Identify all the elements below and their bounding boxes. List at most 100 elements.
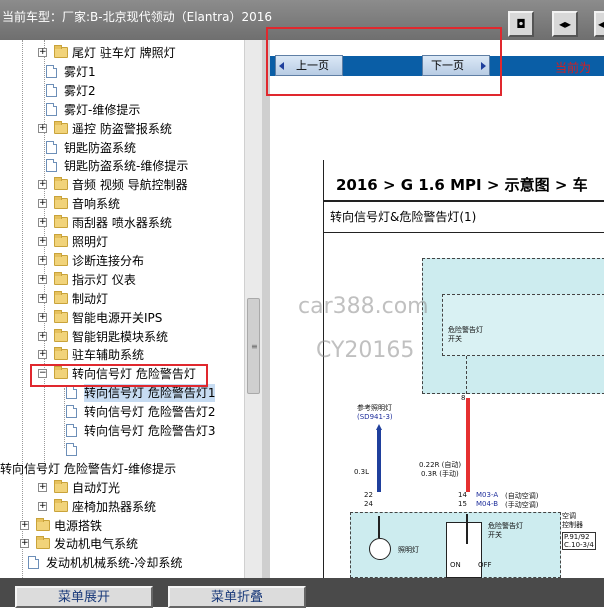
tree-scrollbar[interactable]: ≡ (244, 40, 262, 578)
tree-item-label: 制动灯 (72, 291, 109, 306)
tree-item[interactable]: + 遥控 防盗警报系统 (0, 120, 244, 138)
document-icon (46, 83, 57, 97)
tree-item-label: 遥控 防盗警报系统 (72, 121, 172, 136)
tree-item[interactable]: + 驻车辅助系统 (0, 346, 244, 364)
expand-icon[interactable]: + (38, 237, 47, 246)
pin-24-label: 24 (364, 500, 373, 508)
folder-icon (36, 536, 50, 550)
folder-icon (54, 120, 68, 134)
expand-icon[interactable]: + (38, 331, 47, 341)
tree-item[interactable]: + 尾灯 驻车灯 牌照灯 (0, 44, 244, 62)
expand-icon[interactable]: + (38, 293, 47, 303)
tree-item[interactable]: + 指示灯 仪表 (0, 271, 244, 289)
document-subtitle: 转向信号灯&危险警告灯(1) (330, 210, 477, 224)
scrollbar-thumb[interactable]: ≡ (247, 298, 260, 394)
tree-highlight-box (30, 364, 208, 387)
expand-icon[interactable]: + (38, 274, 47, 284)
hazard-switch-box (446, 522, 482, 578)
expand-icon[interactable]: + (38, 312, 47, 322)
folder-icon (54, 271, 68, 285)
subtitle-rule (324, 232, 604, 233)
pin-15-label: 15 (458, 500, 467, 508)
tree-item[interactable]: 钥匙防盗系统-维修提示 (0, 157, 244, 175)
tree-item-label: 转向信号灯 危险警告灯3 (84, 424, 216, 438)
expand-icon[interactable]: + (20, 539, 29, 549)
fit-width-icon: ◂▸ (558, 17, 572, 31)
hazard-switch-inner (442, 294, 604, 356)
expand-icon[interactable]: + (38, 199, 47, 209)
tree-item-label: 雨刮器 喷水器系统 (72, 216, 172, 231)
pin-14-label: 14 (458, 491, 467, 499)
folder-icon (54, 215, 68, 229)
tree-item[interactable]: 转向信号灯 危险警告灯-维修提示 (0, 460, 244, 478)
tree-item[interactable]: + 雨刮器 喷水器系统 (0, 214, 244, 232)
expand-icon[interactable]: + (38, 482, 47, 492)
tree-item-label: 发动机机械系统-冷却系统 (46, 556, 183, 571)
tree-item-label: 钥匙防盗系统 (64, 140, 137, 155)
folder-icon (54, 498, 68, 512)
tree-item[interactable]: + 智能钥匙模块系统 (0, 328, 244, 346)
document-icon (66, 424, 77, 437)
tree-item[interactable]: + 音频 视频 导航控制器 (0, 176, 244, 194)
toolbar-button-3[interactable]: ◂ (594, 11, 604, 37)
m03a-label: M03-A (476, 491, 499, 499)
folder-icon (54, 290, 68, 304)
tree-item-label: 雾灯2 (64, 83, 96, 98)
tree-item[interactable]: 转向信号灯 危险警告灯3 (0, 422, 244, 440)
menu-collapse-button[interactable]: 菜单折叠 (168, 586, 306, 608)
document-page: 2016 > G 1.6 MPI > 示意图 > 车 转向信号灯&危险警告灯(1… (323, 160, 604, 578)
toolbar-button-2[interactable]: ◂▸ (552, 11, 578, 37)
tree-item[interactable]: + 智能电源开关IPS (0, 309, 244, 327)
tree-item[interactable]: 转向信号灯 危险警告灯2 (0, 403, 244, 421)
lamp-wire (378, 516, 380, 538)
document-icon (66, 386, 77, 400)
tree-item[interactable]: + 座椅加热器系统 (0, 498, 244, 516)
document-icon (46, 64, 57, 78)
tree-item-label: 驻车辅助系统 (72, 348, 145, 363)
tree-item[interactable] (0, 441, 244, 459)
tree-item[interactable]: + 发动机电气系统 (0, 535, 244, 553)
hazard-switch-label: 危险警告灯 开关 (488, 522, 523, 539)
pane-divider[interactable] (262, 40, 270, 578)
tree-item[interactable]: 雾灯2 (0, 82, 244, 100)
tree-item[interactable]: 雾灯1 (0, 63, 244, 81)
lighting-lamp-icon (369, 538, 391, 560)
tree-item[interactable]: + 诊断连接分布 (0, 252, 244, 270)
tree-item-label: 诊断连接分布 (72, 253, 145, 268)
ref-light-label: 参考照明灯 (357, 404, 392, 412)
expand-icon[interactable]: + (38, 255, 47, 265)
tree-item[interactable]: + 照明灯 (0, 233, 244, 251)
tree-item-label: 音响系统 (72, 197, 121, 212)
tree-item[interactable]: 发动机机械系统-冷却系统 (0, 554, 244, 572)
wire-manual-label: 0.3R (手动) (421, 470, 459, 478)
watermark-line2: CY20165 (316, 338, 415, 363)
tree-item[interactable]: 钥匙防盗系统 (0, 139, 244, 157)
tree-item-label: 自动灯光 (72, 480, 121, 495)
tree-item-label: 照明灯 (72, 235, 109, 249)
expand-icon[interactable]: + (38, 501, 47, 511)
folder-icon (54, 479, 68, 493)
expand-icon[interactable]: + (38, 48, 47, 57)
tree-item[interactable]: 雾灯-维修提示 (0, 101, 244, 119)
expand-icon[interactable]: + (20, 520, 29, 530)
folder-icon (54, 45, 68, 58)
toolbar-button-1[interactable]: ◘ (508, 11, 534, 37)
menu-expand-button[interactable]: 菜单展开 (15, 586, 153, 608)
menu-tree: + 尾灯 驻车灯 牌照灯雾灯1 雾灯2 雾灯-维修提示 + 遥控 防盗警报系统钥匙防盗系统… (0, 40, 262, 578)
tree-item[interactable]: + 电源搭铁 (0, 517, 244, 535)
tree-item-label: 转向信号灯 危险警告灯-维修提示 (0, 461, 177, 476)
tree-item-label: 电源搭铁 (54, 518, 103, 533)
m04b-label: M04-B (476, 500, 499, 508)
expand-icon[interactable]: + (38, 180, 47, 190)
document-icon (66, 442, 77, 456)
tree-item-label: 雾灯1 (64, 64, 96, 79)
expand-icon[interactable]: + (38, 218, 47, 228)
folder-icon (36, 517, 50, 531)
tree-item[interactable]: + 制动灯 (0, 290, 244, 308)
expand-icon[interactable]: + (38, 350, 47, 360)
expand-icon[interactable]: + (38, 123, 47, 133)
tree-item[interactable]: + 音响系统 (0, 195, 244, 213)
folder-icon (54, 347, 68, 361)
tree-item[interactable]: + 自动灯光 (0, 479, 244, 497)
tree-item-label: 尾灯 驻车灯 牌照灯 (72, 46, 176, 60)
